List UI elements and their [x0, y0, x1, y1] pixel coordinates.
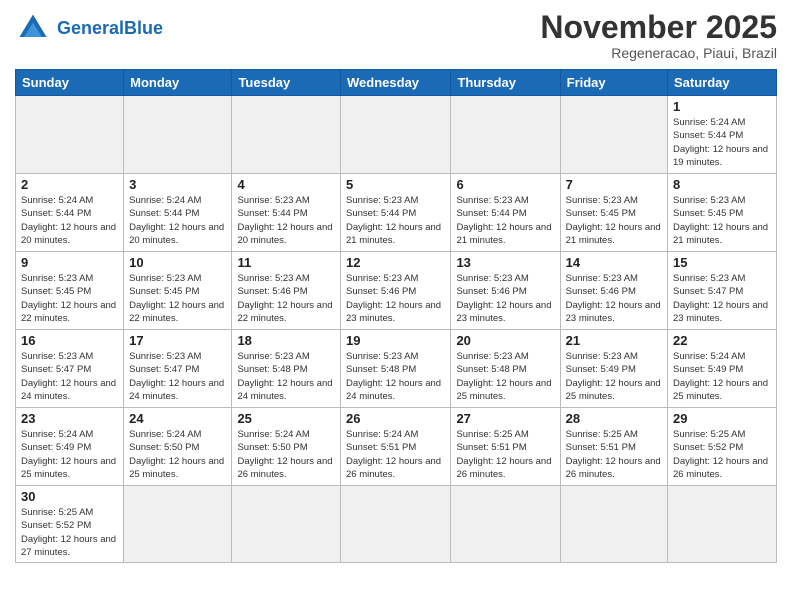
- header-tuesday: Tuesday: [232, 70, 341, 96]
- day-22: 22 Sunrise: 5:24 AMSunset: 5:49 PMDaylig…: [668, 330, 777, 408]
- day-19: 19 Sunrise: 5:23 AMSunset: 5:48 PMDaylig…: [341, 330, 451, 408]
- logo: GeneralBlue: [15, 10, 163, 46]
- day-10: 10 Sunrise: 5:23 AMSunset: 5:45 PMDaylig…: [124, 252, 232, 330]
- empty-cell: [668, 486, 777, 563]
- header-saturday: Saturday: [668, 70, 777, 96]
- empty-cell: [560, 96, 667, 174]
- day-25: 25 Sunrise: 5:24 AMSunset: 5:50 PMDaylig…: [232, 408, 341, 486]
- day-29: 29 Sunrise: 5:25 AMSunset: 5:52 PMDaylig…: [668, 408, 777, 486]
- header-friday: Friday: [560, 70, 667, 96]
- empty-cell: [124, 486, 232, 563]
- day-3: 3 Sunrise: 5:24 AMSunset: 5:44 PMDayligh…: [124, 174, 232, 252]
- week-5: 23 Sunrise: 5:24 AMSunset: 5:49 PMDaylig…: [16, 408, 777, 486]
- empty-cell: [451, 96, 560, 174]
- empty-cell: [560, 486, 667, 563]
- day-17: 17 Sunrise: 5:23 AMSunset: 5:47 PMDaylig…: [124, 330, 232, 408]
- weekday-header-row: Sunday Monday Tuesday Wednesday Thursday…: [16, 70, 777, 96]
- day-4: 4 Sunrise: 5:23 AMSunset: 5:44 PMDayligh…: [232, 174, 341, 252]
- logo-text: GeneralBlue: [57, 19, 163, 37]
- empty-cell: [124, 96, 232, 174]
- day-21: 21 Sunrise: 5:23 AMSunset: 5:49 PMDaylig…: [560, 330, 667, 408]
- header: GeneralBlue November 2025 Regeneracao, P…: [15, 10, 777, 61]
- empty-cell: [16, 96, 124, 174]
- day-15: 15 Sunrise: 5:23 AMSunset: 5:47 PMDaylig…: [668, 252, 777, 330]
- day-1: 1 Sunrise: 5:24 AMSunset: 5:44 PMDayligh…: [668, 96, 777, 174]
- logo-icon: [15, 10, 51, 46]
- empty-cell: [232, 96, 341, 174]
- header-monday: Monday: [124, 70, 232, 96]
- day-5: 5 Sunrise: 5:23 AMSunset: 5:44 PMDayligh…: [341, 174, 451, 252]
- day-9: 9 Sunrise: 5:23 AMSunset: 5:45 PMDayligh…: [16, 252, 124, 330]
- day-12: 12 Sunrise: 5:23 AMSunset: 5:46 PMDaylig…: [341, 252, 451, 330]
- logo-general: General: [57, 18, 124, 38]
- day-26: 26 Sunrise: 5:24 AMSunset: 5:51 PMDaylig…: [341, 408, 451, 486]
- month-title: November 2025: [540, 10, 777, 45]
- title-block: November 2025 Regeneracao, Piaui, Brazil: [540, 10, 777, 61]
- header-thursday: Thursday: [451, 70, 560, 96]
- week-4: 16 Sunrise: 5:23 AMSunset: 5:47 PMDaylig…: [16, 330, 777, 408]
- day-7: 7 Sunrise: 5:23 AMSunset: 5:45 PMDayligh…: [560, 174, 667, 252]
- day-27: 27 Sunrise: 5:25 AMSunset: 5:51 PMDaylig…: [451, 408, 560, 486]
- header-sunday: Sunday: [16, 70, 124, 96]
- header-wednesday: Wednesday: [341, 70, 451, 96]
- day-11: 11 Sunrise: 5:23 AMSunset: 5:46 PMDaylig…: [232, 252, 341, 330]
- calendar-table: Sunday Monday Tuesday Wednesday Thursday…: [15, 69, 777, 563]
- day-16: 16 Sunrise: 5:23 AMSunset: 5:47 PMDaylig…: [16, 330, 124, 408]
- location-subtitle: Regeneracao, Piaui, Brazil: [540, 45, 777, 61]
- week-1: 1 Sunrise: 5:24 AMSunset: 5:44 PMDayligh…: [16, 96, 777, 174]
- day-30: 30 Sunrise: 5:25 AMSunset: 5:52 PMDaylig…: [16, 486, 124, 563]
- day-14: 14 Sunrise: 5:23 AMSunset: 5:46 PMDaylig…: [560, 252, 667, 330]
- week-6: 30 Sunrise: 5:25 AMSunset: 5:52 PMDaylig…: [16, 486, 777, 563]
- empty-cell: [341, 96, 451, 174]
- week-3: 9 Sunrise: 5:23 AMSunset: 5:45 PMDayligh…: [16, 252, 777, 330]
- day-13: 13 Sunrise: 5:23 AMSunset: 5:46 PMDaylig…: [451, 252, 560, 330]
- day-23: 23 Sunrise: 5:24 AMSunset: 5:49 PMDaylig…: [16, 408, 124, 486]
- day-6: 6 Sunrise: 5:23 AMSunset: 5:44 PMDayligh…: [451, 174, 560, 252]
- logo-blue: Blue: [124, 18, 163, 38]
- empty-cell: [451, 486, 560, 563]
- day-20: 20 Sunrise: 5:23 AMSunset: 5:48 PMDaylig…: [451, 330, 560, 408]
- week-2: 2 Sunrise: 5:24 AMSunset: 5:44 PMDayligh…: [16, 174, 777, 252]
- empty-cell: [341, 486, 451, 563]
- day-8: 8 Sunrise: 5:23 AMSunset: 5:45 PMDayligh…: [668, 174, 777, 252]
- day-18: 18 Sunrise: 5:23 AMSunset: 5:48 PMDaylig…: [232, 330, 341, 408]
- calendar-page: GeneralBlue November 2025 Regeneracao, P…: [0, 0, 792, 612]
- empty-cell: [232, 486, 341, 563]
- day-2: 2 Sunrise: 5:24 AMSunset: 5:44 PMDayligh…: [16, 174, 124, 252]
- day-24: 24 Sunrise: 5:24 AMSunset: 5:50 PMDaylig…: [124, 408, 232, 486]
- day-28: 28 Sunrise: 5:25 AMSunset: 5:51 PMDaylig…: [560, 408, 667, 486]
